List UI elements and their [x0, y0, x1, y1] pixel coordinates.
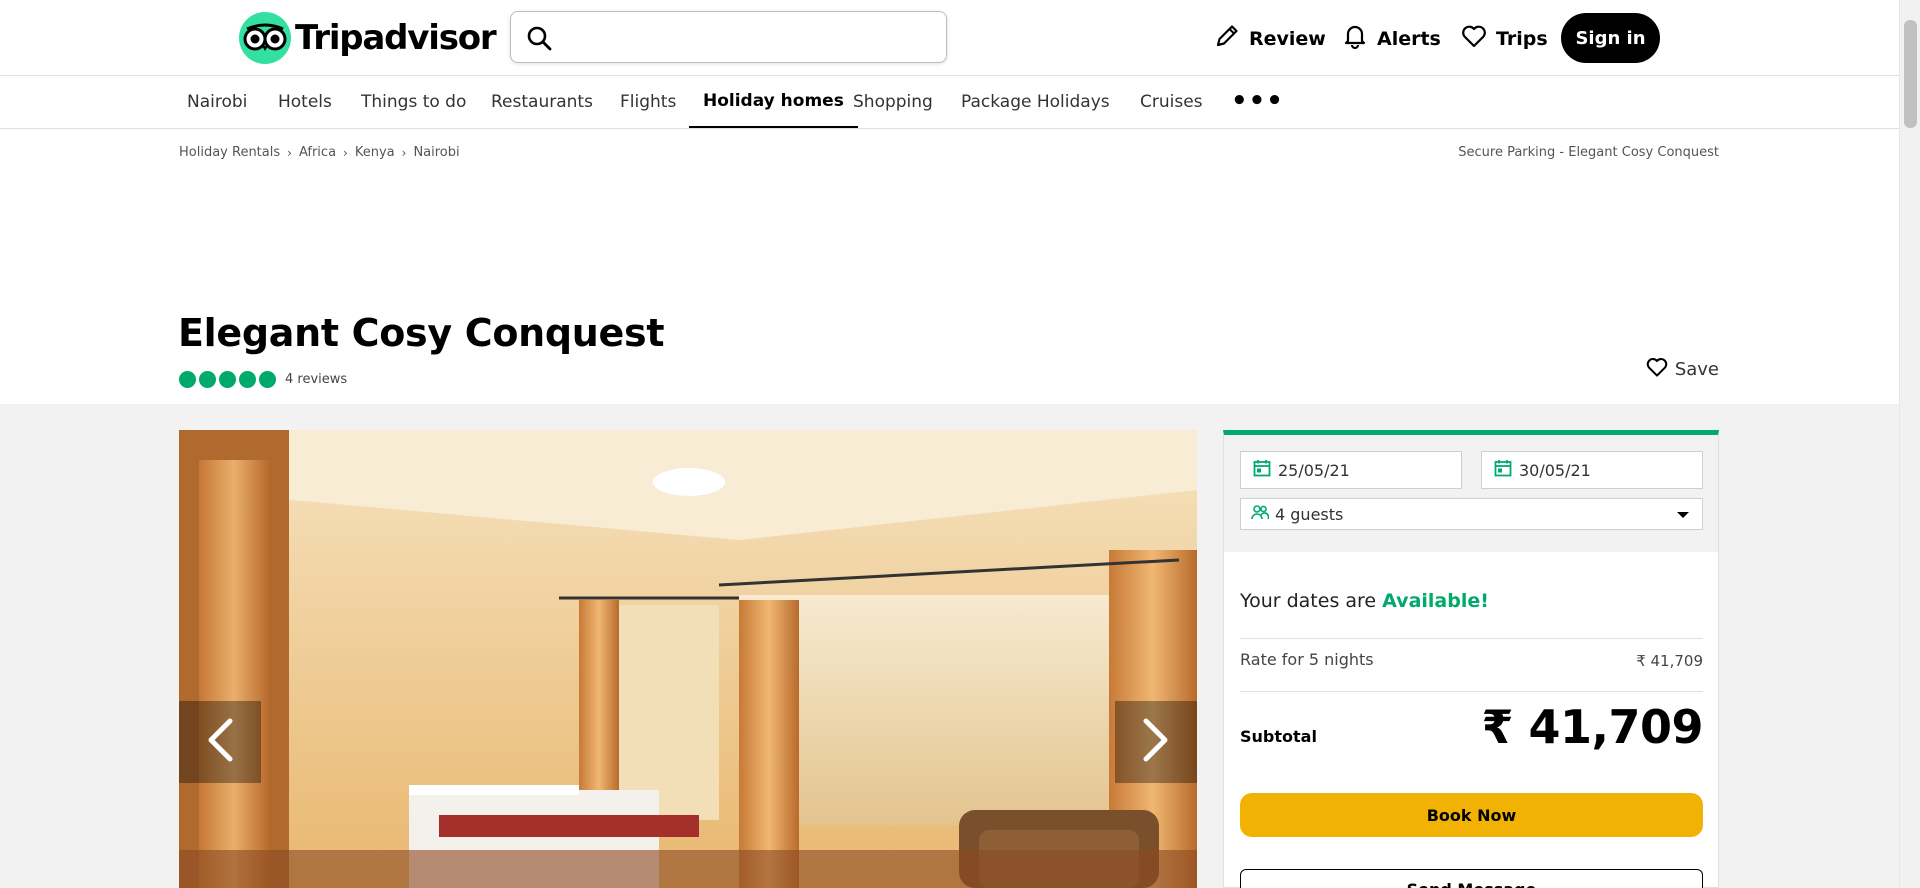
- trips-label: Trips: [1496, 27, 1548, 50]
- guests-select[interactable]: 4 guests: [1240, 498, 1703, 530]
- booking-card: 25/05/21 30/05/21 4 guests Your dates ar…: [1223, 430, 1719, 888]
- breadcrumb-holiday-rentals[interactable]: Holiday Rentals: [179, 145, 280, 160]
- previous-photo-button[interactable]: [179, 701, 261, 783]
- chevron-right-icon: [1141, 717, 1171, 767]
- chevron-right-icon: ›: [401, 145, 407, 160]
- rating-bubble-icon: [179, 371, 196, 388]
- listing-photo[interactable]: [179, 430, 1197, 888]
- save-label: Save: [1674, 359, 1719, 380]
- send-message-button[interactable]: Send Message: [1240, 869, 1703, 888]
- tab-shopping[interactable]: Shopping: [839, 76, 947, 128]
- heart-icon: [1460, 22, 1488, 55]
- checkin-date: 25/05/21: [1278, 460, 1350, 480]
- booking-form: 25/05/21 30/05/21 4 guests: [1224, 435, 1718, 552]
- listing-title: Elegant Cosy Conquest: [178, 311, 665, 355]
- category-nav: Nairobi Hotels Things to do Restaurants …: [0, 76, 1899, 129]
- next-photo-button[interactable]: [1115, 701, 1197, 783]
- rating-bubble-icon: [199, 371, 216, 388]
- checkout-date-field[interactable]: 30/05/21: [1481, 451, 1703, 489]
- checkin-date-field[interactable]: 25/05/21: [1240, 451, 1462, 489]
- breadcrumb-current: Secure Parking - Elegant Cosy Conquest: [1458, 145, 1719, 160]
- page-scrollbar[interactable]: [1899, 0, 1920, 888]
- calendar-icon: [1494, 459, 1512, 481]
- alerts-label: Alerts: [1377, 27, 1441, 50]
- chevron-right-icon: ›: [343, 145, 348, 160]
- rating-bubbles[interactable]: 4 reviews: [179, 371, 347, 388]
- bell-icon: [1341, 22, 1369, 55]
- pencil-icon: [1213, 22, 1241, 55]
- search-box[interactable]: [510, 11, 947, 63]
- book-now-button[interactable]: Book Now: [1240, 793, 1703, 837]
- rate-amount: ₹ 41,709: [1636, 652, 1703, 670]
- subtotal-label: Subtotal: [1240, 727, 1317, 746]
- brand-name: Tripadvisor: [295, 18, 497, 58]
- tab-things-to-do[interactable]: Things to do: [347, 76, 480, 128]
- trips-link[interactable]: Trips: [1460, 22, 1548, 55]
- tab-hotels[interactable]: Hotels: [264, 76, 346, 128]
- divider: [1240, 638, 1703, 639]
- tab-cruises[interactable]: Cruises: [1126, 76, 1217, 128]
- tab-package-holidays[interactable]: Package Holidays: [947, 76, 1124, 128]
- review-count[interactable]: 4 reviews: [285, 372, 347, 387]
- tab-holiday-homes[interactable]: Holiday homes: [689, 76, 858, 128]
- alerts-link[interactable]: Alerts: [1341, 22, 1441, 55]
- more-menu-icon[interactable]: •••: [1231, 88, 1284, 114]
- divider: [1240, 691, 1703, 692]
- breadcrumb-nairobi[interactable]: Nairobi: [413, 145, 459, 160]
- availability-prefix: Your dates are: [1240, 590, 1377, 612]
- guests-value: 4 guests: [1275, 504, 1344, 524]
- review-link[interactable]: Review: [1213, 22, 1326, 55]
- chevron-left-icon: [205, 717, 235, 767]
- availability-status: Available!: [1382, 590, 1489, 612]
- checkout-date: 30/05/21: [1519, 460, 1591, 480]
- review-label: Review: [1249, 27, 1326, 50]
- rate-row: Rate for 5 nights ₹ 41,709: [1240, 650, 1703, 670]
- rating-bubble-icon: [219, 371, 236, 388]
- tab-nairobi[interactable]: Nairobi: [173, 76, 261, 128]
- tab-restaurants[interactable]: Restaurants: [477, 76, 607, 128]
- sign-in-button[interactable]: Sign in: [1561, 13, 1660, 63]
- subtotal-amount: ₹ 41,709: [1481, 700, 1703, 754]
- rate-label: Rate for 5 nights: [1240, 650, 1374, 669]
- save-button[interactable]: Save: [1645, 355, 1719, 384]
- breadcrumb-kenya[interactable]: Kenya: [355, 145, 395, 160]
- chevron-right-icon: ›: [287, 145, 292, 160]
- tripadvisor-logo[interactable]: Tripadvisor: [239, 12, 497, 64]
- guests-icon: [1251, 504, 1270, 524]
- search-input[interactable]: [561, 22, 931, 52]
- scrollbar-thumb[interactable]: [1904, 20, 1917, 128]
- availability-message: Your dates are Available!: [1240, 590, 1489, 612]
- rating-bubble-icon: [239, 371, 256, 388]
- search-icon: [526, 25, 552, 55]
- rating-bubble-icon: [259, 371, 276, 388]
- chevron-down-icon: [1677, 512, 1689, 518]
- tab-flights[interactable]: Flights: [606, 76, 690, 128]
- heart-icon: [1645, 355, 1669, 384]
- top-header: Tripadvisor Review Alerts Trips Sign in: [0, 0, 1899, 76]
- owl-logo-icon: [239, 12, 291, 64]
- breadcrumb-africa[interactable]: Africa: [299, 145, 336, 160]
- calendar-icon: [1253, 459, 1271, 481]
- breadcrumb: Holiday Rentals › Africa › Kenya › Nairo…: [179, 145, 460, 160]
